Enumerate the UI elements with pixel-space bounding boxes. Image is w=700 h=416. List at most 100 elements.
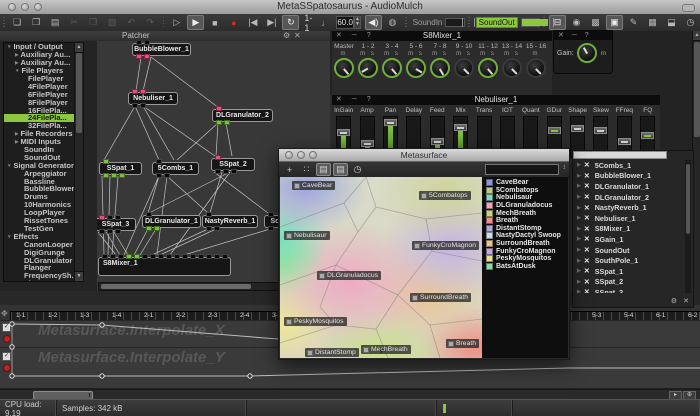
patcher-node[interactable]: SSpat_3 bbox=[97, 218, 136, 231]
clock-view-icon[interactable]: ◷ bbox=[682, 15, 699, 30]
open-file-icon[interactable]: ❐ bbox=[28, 15, 45, 30]
bypass-x-icon[interactable]: ✕ bbox=[584, 278, 590, 286]
redo-icon[interactable]: ↷ bbox=[142, 15, 159, 30]
pane-gear-icon[interactable]: ⚙ bbox=[671, 297, 677, 305]
input-connector[interactable] bbox=[118, 254, 124, 259]
output-connector[interactable] bbox=[107, 229, 113, 234]
pane-close-icon[interactable]: ✕ bbox=[294, 31, 301, 40]
snapshot-list-item[interactable]: DistantStomp bbox=[482, 225, 568, 233]
gain-knob[interactable] bbox=[577, 43, 597, 63]
bypass-x-icon[interactable]: ✕ bbox=[584, 246, 590, 254]
expand-triangle-icon[interactable]: ▶ bbox=[577, 215, 581, 221]
tempo-spinner[interactable]: ▲▼ bbox=[354, 16, 361, 29]
input-connector[interactable] bbox=[102, 254, 108, 259]
scrollbar-thumb[interactable] bbox=[686, 164, 690, 234]
output-connector[interactable] bbox=[136, 54, 142, 59]
patcher-node[interactable]: Nebuliser_1 bbox=[128, 92, 178, 105]
patcher-node[interactable]: DLGranulator_1 bbox=[142, 215, 201, 228]
snapshot-surface-label[interactable]: Breath bbox=[446, 339, 479, 348]
snapshot-surface-label[interactable]: CaveBear bbox=[292, 181, 335, 190]
automation-list-item[interactable]: ▶✕S8Mixer_1 bbox=[575, 224, 683, 235]
automation-point[interactable] bbox=[10, 374, 14, 378]
toolbar-grip[interactable] bbox=[3, 17, 5, 29]
cut-icon[interactable]: ✂ bbox=[66, 15, 83, 30]
mute-solo-labels[interactable]: m s bbox=[456, 51, 472, 57]
mute-solo-labels[interactable]: m s bbox=[408, 51, 424, 57]
toolbar-grip[interactable] bbox=[405, 17, 407, 29]
soundin-meter[interactable] bbox=[445, 18, 465, 27]
expand-triangle-icon[interactable]: ▶ bbox=[577, 236, 581, 242]
automation-list-item[interactable]: ▶✕Nebuliser_1 bbox=[575, 213, 683, 224]
bypass-x-icon[interactable]: ✕ bbox=[584, 161, 590, 169]
bypass-x-icon[interactable]: ✕ bbox=[584, 267, 590, 275]
pane-controls[interactable]: ✕ ─ ? bbox=[558, 31, 592, 39]
list-view-icon[interactable]: ▤ bbox=[316, 163, 331, 176]
input-connector[interactable] bbox=[110, 254, 116, 259]
speaker-icon[interactable]: ◀) bbox=[365, 15, 382, 30]
slider-handle[interactable] bbox=[618, 138, 631, 145]
record-arm-view-icon[interactable]: ◉ bbox=[568, 15, 585, 30]
patcher-view-icon[interactable]: ⊟ bbox=[549, 15, 566, 30]
snapshot-surface-label[interactable]: PeskyMosquitos bbox=[284, 317, 347, 326]
input-connector[interactable] bbox=[216, 106, 222, 111]
output-connector[interactable] bbox=[115, 229, 121, 234]
play-icon[interactable]: ▶ bbox=[187, 15, 204, 30]
output-connector[interactable] bbox=[223, 169, 229, 174]
bypass-x-icon[interactable]: ✕ bbox=[584, 257, 590, 265]
input-connector[interactable] bbox=[146, 212, 152, 217]
patcher-node[interactable]: 5Combs_1 bbox=[152, 162, 199, 175]
tempo-field[interactable]: 60.0 bbox=[336, 16, 354, 29]
output-connector[interactable] bbox=[144, 54, 150, 59]
input-connector[interactable] bbox=[115, 215, 121, 220]
triangle-right-icon[interactable]: ▶ bbox=[15, 139, 18, 145]
scroll-up-icon[interactable]: ▲ bbox=[693, 31, 700, 41]
save-icon[interactable]: ▤ bbox=[47, 15, 64, 30]
slider-handle[interactable] bbox=[594, 127, 607, 134]
copy-icon[interactable]: ❒ bbox=[85, 15, 102, 30]
input-connector[interactable] bbox=[132, 89, 138, 94]
paste-icon[interactable]: ▧ bbox=[104, 15, 121, 30]
patcher-node[interactable]: DLGranulator_2 bbox=[212, 109, 273, 122]
slider-handle[interactable] bbox=[548, 127, 561, 134]
automation-list-item[interactable]: ▶✕DLGranulator_1 bbox=[575, 181, 683, 192]
snapshot-surface-label[interactable]: DLGranuladocus bbox=[317, 271, 381, 280]
scrollbar-thumb[interactable] bbox=[694, 42, 700, 137]
expand-triangle-icon[interactable]: ▶ bbox=[577, 258, 581, 264]
triangle-down-icon[interactable]: ▼ bbox=[7, 234, 11, 239]
patcher-hscrollbar[interactable] bbox=[98, 282, 298, 291]
tree-item[interactable]: LiveLooper bbox=[4, 280, 74, 282]
patcher-node[interactable]: S8Mixer_1 bbox=[98, 257, 231, 276]
loop-icon[interactable]: ↻ bbox=[282, 15, 299, 30]
input-connector[interactable] bbox=[156, 159, 162, 164]
slider-handle[interactable] bbox=[361, 140, 374, 147]
input-connector[interactable] bbox=[214, 254, 220, 259]
output-connector[interactable] bbox=[154, 226, 160, 231]
grid-view-icon[interactable]: ∷ bbox=[299, 163, 314, 176]
automation-point[interactable] bbox=[248, 374, 252, 378]
slider-handle[interactable] bbox=[571, 125, 584, 132]
triangle-down-icon[interactable]: ▼ bbox=[15, 68, 19, 73]
automation-point[interactable] bbox=[100, 374, 104, 378]
add-snapshot-icon[interactable]: + bbox=[282, 163, 297, 176]
expand-triangle-icon[interactable]: ▶ bbox=[577, 268, 581, 274]
automation-point[interactable] bbox=[10, 345, 14, 349]
expand-triangle-icon[interactable]: ▶ bbox=[577, 162, 581, 168]
channel-knob[interactable] bbox=[430, 58, 450, 78]
patcher-node[interactable]: SSpat_1 bbox=[99, 162, 142, 175]
nebuliser-pane-header[interactable]: ✕ ─ ? Nebuliser_1 bbox=[332, 95, 660, 105]
tree-scrollbar[interactable]: ▲ ▼ bbox=[74, 42, 84, 282]
output-connector[interactable] bbox=[103, 173, 109, 178]
output-connector[interactable] bbox=[214, 226, 220, 231]
metasurface-surface[interactable]: + CaveBear5CombatopsNebulisaurFunkyCroMa… bbox=[280, 177, 482, 358]
automation-list-item[interactable]: ▶✕BubbleBlower_1 bbox=[575, 171, 683, 182]
input-connector[interactable] bbox=[103, 159, 109, 164]
input-connector[interactable] bbox=[198, 254, 204, 259]
slider-handle[interactable] bbox=[337, 129, 350, 136]
slider-handle[interactable] bbox=[454, 124, 467, 131]
pane-close-icon[interactable]: ✕ bbox=[683, 297, 689, 305]
patcher-node[interactable]: NastyReverb_1 bbox=[202, 215, 258, 228]
automation-list-item[interactable]: ▶✕SoundOut bbox=[575, 245, 683, 256]
snapshot-surface-label[interactable]: DistantStomp bbox=[305, 348, 359, 357]
bypass-x-icon[interactable]: ✕ bbox=[584, 172, 590, 180]
automation-list-header[interactable] bbox=[573, 151, 667, 159]
